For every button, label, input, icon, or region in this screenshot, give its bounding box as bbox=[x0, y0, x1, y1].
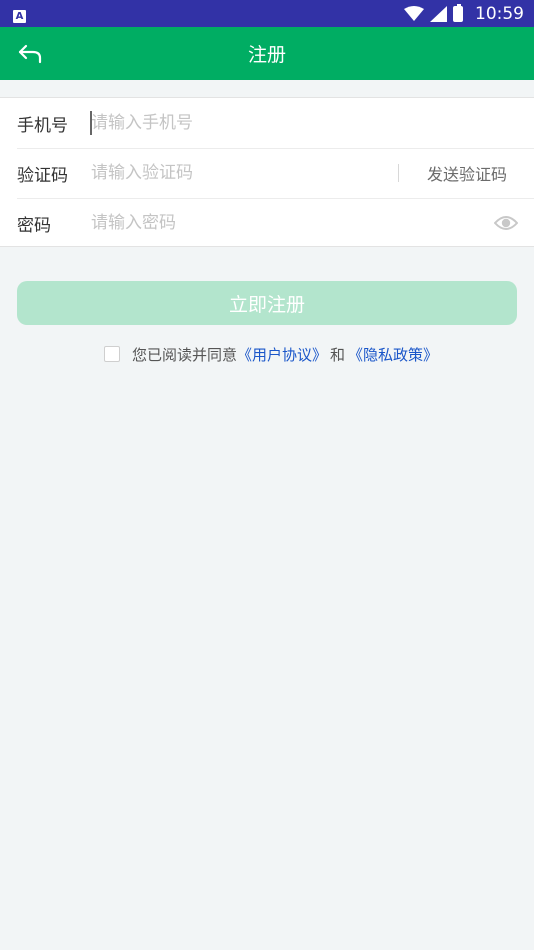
eye-icon bbox=[494, 216, 518, 230]
code-label: 验证码 bbox=[17, 165, 68, 186]
signal-icon bbox=[430, 5, 447, 22]
battery-icon bbox=[453, 3, 463, 22]
phone-input[interactable] bbox=[91, 108, 534, 138]
back-arrow-icon bbox=[18, 44, 42, 64]
wifi-icon bbox=[404, 5, 424, 21]
phone-label: 手机号 bbox=[17, 115, 68, 136]
back-button[interactable] bbox=[10, 35, 50, 73]
send-code-button[interactable]: 发送验证码 bbox=[427, 161, 507, 185]
password-input[interactable] bbox=[91, 208, 494, 238]
password-row: 密码 bbox=[0, 198, 534, 248]
app-header: 注册 bbox=[0, 27, 534, 80]
status-bar-right: 10:59 bbox=[404, 3, 524, 24]
text-cursor bbox=[90, 111, 92, 135]
agreement-text: 您已阅读并同意 bbox=[132, 345, 238, 364]
status-bar: A 10:59 bbox=[0, 0, 534, 27]
agree-checkbox[interactable] bbox=[104, 346, 120, 362]
toggle-password-visibility-button[interactable] bbox=[494, 213, 518, 233]
privacy-policy-link[interactable]: 《隐私政策》 bbox=[348, 344, 438, 365]
code-divider bbox=[397, 164, 399, 182]
register-button[interactable]: 立即注册 bbox=[17, 281, 517, 325]
page-title: 注册 bbox=[247, 44, 286, 66]
password-label: 密码 bbox=[17, 215, 51, 236]
agreement-connector: 和 bbox=[330, 345, 346, 364]
status-time: 10:59 bbox=[475, 3, 524, 24]
user-agreement-link[interactable]: 《用户协议》 bbox=[237, 344, 327, 365]
register-form: 手机号 验证码 发送验证码 密码 bbox=[0, 97, 534, 247]
phone-row: 手机号 bbox=[0, 98, 534, 148]
status-bar-left: A bbox=[13, 4, 26, 23]
code-input[interactable] bbox=[91, 158, 398, 188]
code-row: 验证码 发送验证码 bbox=[0, 148, 534, 198]
agreement: 您已阅读并同意 《用户协议》 和 《隐私政策》 bbox=[104, 343, 438, 365]
app-notification-icon: A bbox=[13, 10, 26, 23]
